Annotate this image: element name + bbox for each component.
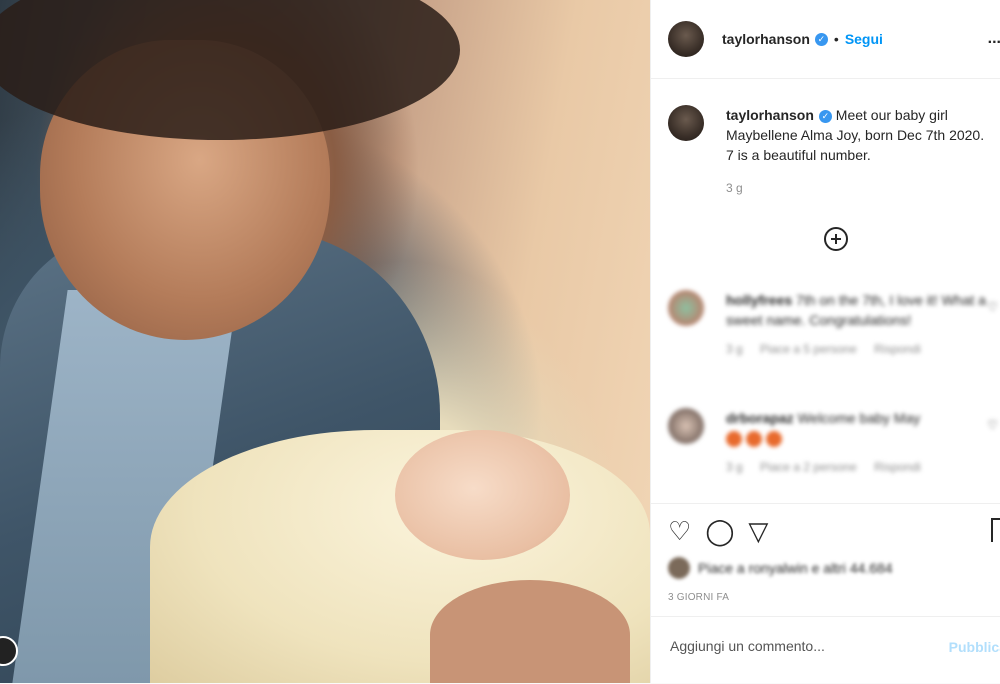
add-comment-bar: Pubblica bbox=[651, 616, 1000, 684]
follow-button[interactable]: Segui bbox=[845, 31, 883, 47]
caption-username[interactable]: taylorhanson bbox=[726, 107, 814, 123]
comment-likes[interactable]: Piace a 2 persone bbox=[760, 460, 857, 474]
comment-text: Welcome baby May bbox=[797, 410, 921, 426]
share-icon[interactable]: ▽ bbox=[748, 516, 768, 546]
post-actions: ♡ ◯ ▽ Piace a ronyalwin e altri 44.684 3… bbox=[651, 503, 1000, 684]
heart-eyes-emoji-icon bbox=[746, 431, 762, 448]
likes-summary[interactable]: Piace a ronyalwin e altri 44.684 bbox=[668, 557, 893, 579]
comment-like-heart-icon[interactable]: ♡ bbox=[987, 418, 998, 432]
comment-body: drborapaz Welcome baby May bbox=[726, 408, 988, 448]
heart-icon[interactable]: ♡ bbox=[668, 516, 691, 546]
bookmark-icon[interactable] bbox=[991, 518, 1000, 542]
post-caption: taylorhanson ✓ Meet our baby girl Maybell… bbox=[668, 105, 988, 195]
post-side-panel: taylorhanson ✓ • Segui ... taylorhanson ✓… bbox=[650, 0, 1000, 683]
author-username[interactable]: taylorhanson bbox=[722, 31, 810, 47]
comment-reply[interactable]: Rispondi bbox=[874, 342, 921, 356]
photo-hand bbox=[430, 580, 630, 683]
photo-baby bbox=[395, 430, 570, 560]
comment-meta: 3 g Piace a 2 persone Rispondi bbox=[726, 460, 988, 474]
comment-item: hollyfrees 7th on the 7th, I love it! Wh… bbox=[668, 290, 998, 356]
more-options-icon[interactable]: ... bbox=[988, 30, 1000, 48]
heart-eyes-emoji-icon bbox=[766, 431, 782, 448]
caption-verified-icon: ✓ bbox=[818, 109, 832, 123]
post-date: 3 GIORNI FA bbox=[668, 592, 730, 603]
post-header: taylorhanson ✓ • Segui ... bbox=[651, 0, 1000, 79]
caption-text-block: taylorhanson ✓ Meet our baby girl Maybell… bbox=[726, 105, 988, 165]
comment-like-heart-icon[interactable]: ♡ bbox=[987, 300, 998, 314]
post-photo[interactable] bbox=[0, 0, 650, 683]
comment-meta: 3 g Piace a 5 persone Rispondi bbox=[726, 342, 988, 356]
add-circle-icon[interactable] bbox=[824, 227, 848, 251]
liker-avatar bbox=[668, 557, 690, 579]
verified-badge-icon: ✓ bbox=[814, 32, 828, 46]
comment-reply[interactable]: Rispondi bbox=[874, 460, 921, 474]
comment-likes[interactable]: Piace a 5 persone bbox=[760, 342, 857, 356]
likes-text[interactable]: Piace a ronyalwin e altri 44.684 bbox=[698, 560, 893, 576]
author-avatar[interactable] bbox=[668, 21, 704, 57]
comment-body: hollyfrees 7th on the 7th, I love it! Wh… bbox=[726, 290, 988, 330]
publish-button[interactable]: Pubblica bbox=[949, 639, 1000, 655]
comment-time: 3 g bbox=[726, 342, 743, 356]
comment-username[interactable]: drborapaz bbox=[726, 410, 794, 426]
comment-input[interactable] bbox=[668, 637, 932, 655]
heart-eyes-emoji-icon bbox=[726, 431, 742, 448]
comment-item: drborapaz Welcome baby May 3 g Piace a 2… bbox=[668, 408, 998, 474]
comment-avatar[interactable] bbox=[668, 408, 704, 444]
caption-avatar[interactable] bbox=[668, 105, 704, 141]
comment-icon[interactable]: ◯ bbox=[705, 516, 734, 546]
caption-time: 3 g bbox=[726, 181, 743, 195]
comment-time: 3 g bbox=[726, 460, 743, 474]
comment-avatar[interactable] bbox=[668, 290, 704, 326]
separator-dot: • bbox=[833, 31, 839, 47]
action-icons: ♡ ◯ ▽ bbox=[668, 516, 768, 546]
comment-username[interactable]: hollyfrees bbox=[726, 292, 792, 308]
photo-hair bbox=[0, 0, 460, 140]
